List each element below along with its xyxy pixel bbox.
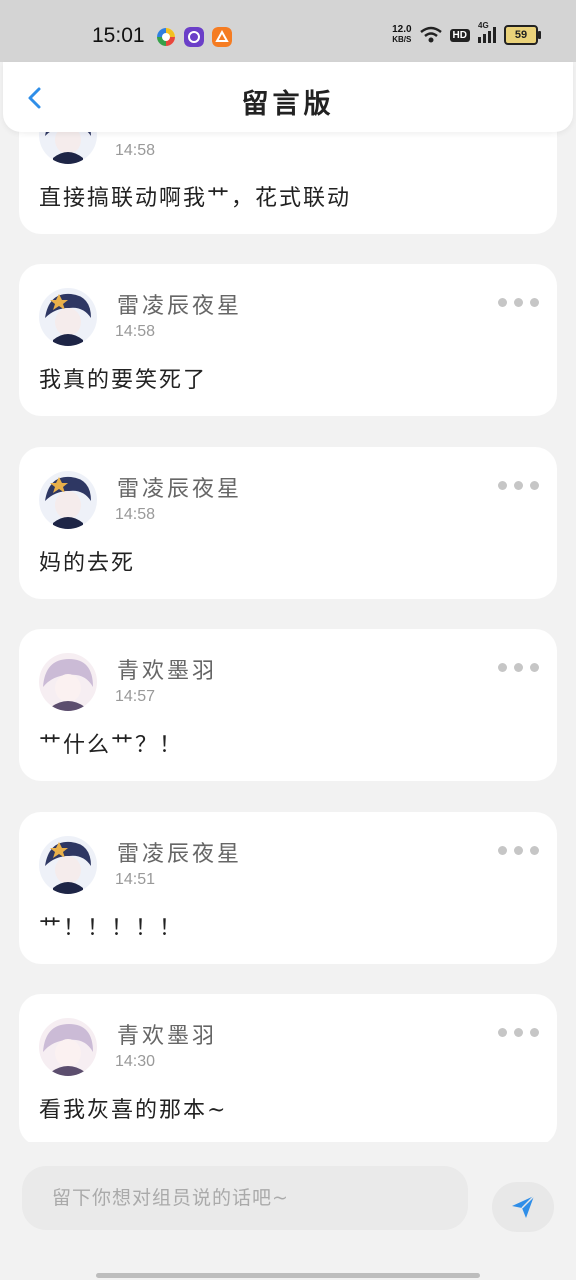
avatar[interactable] (39, 288, 97, 346)
message-content: 艹！！！！！ (39, 916, 184, 941)
avatar[interactable] (39, 836, 97, 894)
page-title: 留言版 (241, 89, 335, 120)
message-content: 艹什么艹？！ (39, 733, 184, 758)
message-author[interactable]: 青欢墨羽 (117, 1018, 217, 1050)
message-time: 14:57 (115, 688, 156, 705)
message-content: 我真的要笑死了 (39, 368, 208, 393)
avatar[interactable] (39, 471, 97, 529)
message-input[interactable] (22, 1166, 468, 1230)
message-list[interactable]: 14:58 直接搞联动啊我艹，花式联动 雷凌辰夜星 14:58 我真的要笑死了 … (0, 0, 576, 1142)
message-time: 14:30 (115, 1053, 156, 1070)
message-time: 14:58 (115, 323, 156, 340)
message-content: 直接搞联动啊我艹，花式联动 (39, 186, 352, 211)
message-card[interactable]: 青欢墨羽 14:30 看我灰喜的那本~ (19, 994, 557, 1142)
message-author[interactable]: 青欢墨羽 (117, 653, 217, 685)
message-time: 14:58 (115, 142, 156, 159)
composer-bar (0, 1142, 576, 1280)
message-card[interactable]: 雷凌辰夜星 14:58 妈的去死 (19, 447, 557, 599)
message-author[interactable]: 雷凌辰夜星 (117, 288, 242, 320)
send-button[interactable] (492, 1182, 554, 1232)
more-button[interactable] (498, 663, 539, 672)
message-card[interactable]: 雷凌辰夜星 14:58 我真的要笑死了 (19, 264, 557, 416)
message-time: 14:51 (115, 871, 156, 888)
message-time: 14:58 (115, 506, 156, 523)
more-button[interactable] (498, 846, 539, 855)
avatar[interactable] (39, 653, 97, 711)
more-button[interactable] (498, 1028, 539, 1037)
app-header: 留言版 (3, 62, 573, 132)
message-author[interactable]: 雷凌辰夜星 (117, 471, 242, 503)
message-card[interactable]: 雷凌辰夜星 14:51 艹！！！！！ (19, 812, 557, 964)
send-icon (512, 1195, 535, 1218)
avatar[interactable] (39, 1018, 97, 1076)
more-button[interactable] (498, 481, 539, 490)
more-button[interactable] (498, 298, 539, 307)
message-content: 看我灰喜的那本~ (39, 1098, 228, 1123)
message-content: 妈的去死 (39, 551, 136, 576)
message-card[interactable]: 青欢墨羽 14:57 艹什么艹？！ (19, 629, 557, 781)
message-author[interactable]: 雷凌辰夜星 (117, 836, 242, 868)
home-indicator[interactable] (96, 1273, 480, 1278)
